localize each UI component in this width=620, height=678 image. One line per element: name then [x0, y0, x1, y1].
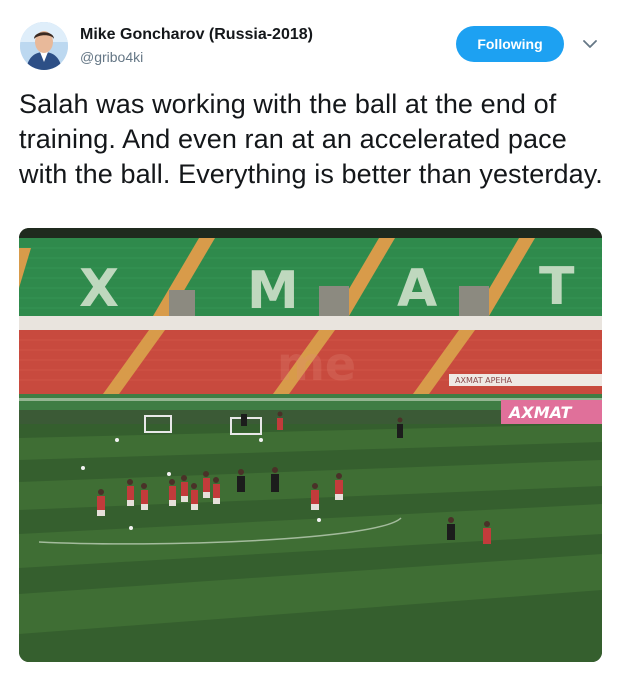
author-handle[interactable]: @gribo4ki: [80, 49, 143, 65]
board-label: AXMAT: [507, 403, 572, 422]
author-display-name[interactable]: Mike Goncharov (Russia-2018): [80, 26, 313, 44]
stand-letter-x: X: [79, 259, 119, 319]
tweet-photo[interactable]: X M A T AXMAT APEHA AXMAT me: [19, 228, 602, 662]
following-button[interactable]: Following: [456, 26, 564, 62]
avatar[interactable]: [20, 22, 68, 70]
ad-text: AXMAT APEHA: [455, 376, 513, 385]
stand-letter-a: A: [397, 259, 437, 319]
stand-letter-t: T: [539, 257, 575, 317]
svg-text:me: me: [277, 337, 356, 391]
tweet-card: Mike Goncharov (Russia-2018) @gribo4ki F…: [0, 0, 620, 678]
stand-letter-m: M: [247, 261, 299, 321]
chevron-down-icon[interactable]: [580, 34, 600, 54]
tweet-text: Salah was working with the ball at the e…: [19, 89, 603, 189]
